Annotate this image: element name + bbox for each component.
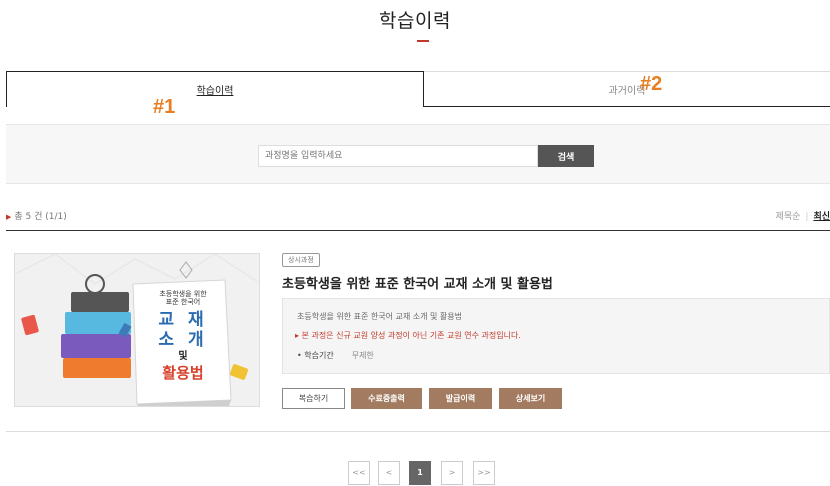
thumbnail-word-2: 소 개: [158, 330, 208, 350]
list-top-rule: [6, 230, 830, 231]
course-info-box: 초등학생을 위한 표준 한국어 교재 소개 및 활용법 ▸ 본 과정은 신규 교…: [282, 298, 830, 374]
tab-learning-history[interactable]: 학습이력: [6, 71, 424, 107]
tab-bar: 학습이력 과거이력: [6, 71, 830, 107]
prev-page-button[interactable]: <: [378, 461, 400, 485]
thumbnail-word-3: 및: [178, 351, 188, 362]
print-certificate-button[interactable]: 수료증출력: [351, 388, 422, 409]
course-title[interactable]: 초등학생을 위한 표준 한국어 교재 소개 및 활용법: [282, 273, 553, 292]
sort-by-title[interactable]: 제목순: [776, 212, 801, 222]
sort-by-latest[interactable]: 최신: [813, 212, 830, 222]
course-notice: ▸ 본 과정은 신규 교원 양성 과정이 아닌 기존 교원 연수 과정입니다.: [295, 331, 521, 340]
page-title: 학습이력: [379, 10, 451, 32]
search-panel: 검색: [6, 124, 830, 184]
thumbnail-word-1: 교 재: [158, 310, 208, 330]
annotation-marker-1: #1: [153, 96, 176, 118]
study-period: • 학습기간 무제한: [297, 350, 374, 361]
thumbnail-title: 교 재 소 개 및 활용법: [143, 310, 223, 383]
review-button[interactable]: 복습하기: [282, 388, 345, 409]
sort-divider: |: [805, 212, 809, 222]
course-type-badge: 상시과정: [282, 253, 320, 267]
view-details-button[interactable]: 상세보기: [499, 388, 562, 409]
list-bottom-rule: [6, 431, 830, 432]
thumbnail-subtitle-line2: 표준 한국어: [165, 298, 201, 306]
result-count: ▶ 총 5 건 (1/1): [6, 209, 67, 222]
tab-past-history[interactable]: 과거이력: [424, 71, 830, 107]
issue-history-button[interactable]: 발급이력: [429, 388, 492, 409]
result-count-text: 총 5 건 (1/1): [14, 212, 67, 222]
triangle-bullet-icon: ▶: [6, 213, 12, 221]
search-input[interactable]: [258, 145, 538, 167]
study-period-value: 무제한: [351, 351, 374, 360]
search-button[interactable]: 검색: [538, 145, 594, 167]
last-page-button[interactable]: >>: [473, 461, 495, 485]
next-page-button[interactable]: >: [441, 461, 463, 485]
title-underline-accent: [417, 40, 429, 42]
course-description: 초등학생을 위한 표준 한국어 교재 소개 및 활용법: [297, 312, 462, 321]
study-period-label: • 학습기간: [297, 351, 334, 360]
thumbnail-subtitle-line1: 초등학생을 위한: [159, 290, 207, 298]
annotation-marker-2: #2: [640, 73, 663, 95]
thumbnail-word-4: 활용법: [162, 364, 204, 382]
sort-options: 제목순 | 최신: [776, 209, 830, 222]
thumbnail-subtitle: 초등학생을 위한 표준 한국어: [143, 290, 223, 306]
course-thumbnail[interactable]: 초등학생을 위한 표준 한국어 교 재 소 개 및 활용법: [14, 253, 260, 407]
tab-learning-history-label: 학습이력: [196, 86, 234, 97]
book-stack-illustration-icon: [15, 254, 259, 406]
first-page-button[interactable]: <<: [348, 461, 370, 485]
current-page-button[interactable]: 1: [409, 461, 431, 485]
